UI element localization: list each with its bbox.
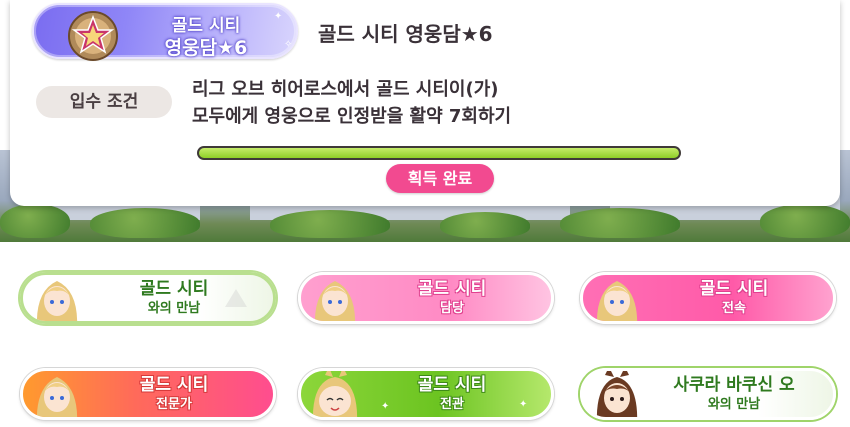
- title-item-text: 사쿠라 바쿠신 오 와의 만남: [649, 375, 819, 415]
- sparkle-icon: ✦: [274, 11, 283, 22]
- progress-fill: [199, 148, 679, 158]
- title-item-gold-city-expert[interactable]: 골드 시티 전문가: [20, 368, 276, 420]
- sparkle-icon: ✦: [381, 401, 390, 412]
- title-item-line1: 골드 시티: [699, 279, 769, 299]
- title-item-text: 골드 시티 담당: [367, 279, 537, 319]
- title-item-line2: 전관: [440, 397, 464, 412]
- title-item-line2: 전문가: [156, 397, 192, 412]
- sparkle-icon: ✦: [519, 399, 528, 410]
- gold-city-portrait: [596, 281, 638, 321]
- sparkle-icon: ✧: [284, 39, 293, 50]
- title-item-line2: 전속: [722, 301, 746, 316]
- gold-city-portrait: [36, 281, 78, 321]
- title-detail-card: 골드 시티 영웅담★6 ✦ ✧ 골드 시티 영웅담★6 입수 조건 리그 오브 …: [10, 0, 840, 206]
- title-item-gold-city-charge[interactable]: 골드 시티 담당: [298, 272, 554, 324]
- title-item-gold-city-complete[interactable]: 골드 시티 전관 ✦ ✦: [298, 368, 554, 420]
- title-plate-banner: 골드 시티 영웅담★6 ✦ ✧: [32, 3, 298, 61]
- title-name: 골드 시티 영웅담★6: [318, 22, 493, 46]
- decor-triangle: [225, 289, 247, 307]
- status-badge: 획득 완료: [386, 164, 494, 193]
- medal-icon: [68, 11, 118, 61]
- title-item-text: 골드 시티 전관: [367, 375, 537, 415]
- condition-description: 리그 오브 히어로스에서 골드 시티이(가) 모두에게 영웅으로 인정받을 활약…: [192, 76, 511, 130]
- condition-line2: 모두에게 영웅으로 인정받을 활약 7회하기: [192, 106, 512, 127]
- title-item-line1: 골드 시티: [417, 375, 487, 395]
- title-item-sakura-bakushin-o-encounter[interactable]: 사쿠라 바쿠신 오 와의 만남: [580, 368, 836, 420]
- title-item-line1: 골드 시티: [139, 375, 209, 395]
- gold-city-portrait: [314, 281, 356, 321]
- title-item-gold-city-encounter[interactable]: 골드 시티 와의 만남: [20, 272, 276, 324]
- title-item-line1: 골드 시티: [417, 279, 487, 299]
- title-item-line2: 와의 만남: [707, 397, 761, 412]
- title-item-line1: 사쿠라 바쿠신 오: [673, 375, 795, 395]
- title-item-text: 골드 시티 전문가: [89, 375, 259, 415]
- gold-city-chibi-portrait: [312, 371, 358, 417]
- title-plate-line2: 영웅담★6: [164, 37, 248, 59]
- title-item-line2: 담당: [440, 301, 464, 316]
- condition-line1: 리그 오브 히어로스에서 골드 시티이(가): [192, 79, 499, 100]
- gold-city-portrait: [36, 377, 78, 417]
- title-item-text: 골드 시티 전속: [649, 279, 819, 319]
- condition-label: 입수 조건: [36, 86, 172, 118]
- title-item-gold-city-exclusive[interactable]: 골드 시티 전속: [580, 272, 836, 324]
- progress-bar: [197, 146, 681, 160]
- sakura-bakushin-o-portrait: [596, 371, 638, 417]
